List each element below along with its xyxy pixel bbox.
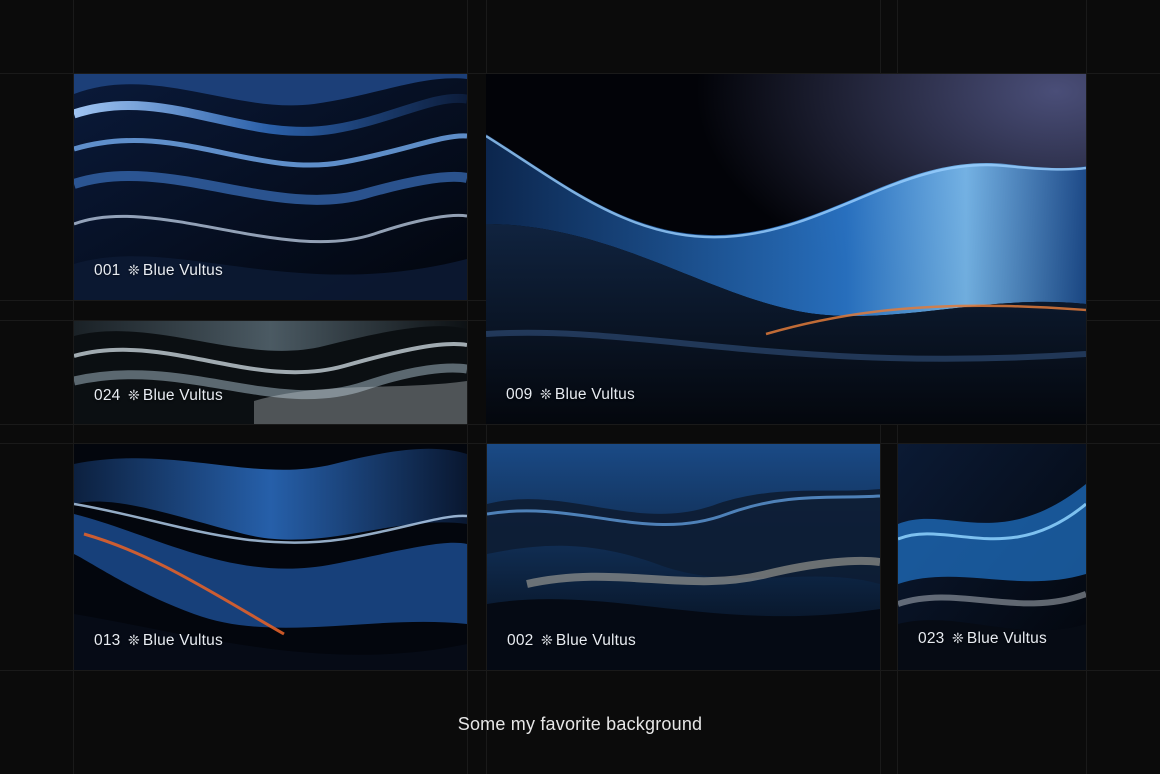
wallpaper-tile-001[interactable]: 001 ❊ Blue Vultus — [74, 74, 467, 300]
grid-line — [467, 0, 468, 774]
wallpaper-tile-013[interactable]: 013 ❊ Blue Vultus — [74, 444, 467, 670]
tile-number: 013 — [94, 632, 121, 649]
tile-label: 023 ❊ Blue Vultus — [918, 630, 1047, 648]
wallpaper-tile-002[interactable]: 002 ❊ Blue Vultus — [487, 444, 880, 670]
tile-number: 024 — [94, 387, 121, 404]
tile-name: Blue Vultus — [142, 387, 223, 404]
tile-name: Blue Vultus — [966, 630, 1047, 647]
tile-name: Blue Vultus — [142, 262, 223, 279]
tile-number: 023 — [918, 630, 945, 647]
grid-line — [0, 424, 1160, 425]
tile-label: 024 ❊ Blue Vultus — [94, 387, 223, 405]
tile-label: 001 ❊ Blue Vultus — [94, 262, 223, 280]
snowflake-icon: ❊ — [127, 387, 140, 403]
grid-line — [0, 670, 1160, 671]
tile-name: Blue Vultus — [142, 632, 223, 649]
snowflake-icon: ❊ — [951, 630, 964, 646]
wallpaper-image — [74, 321, 467, 424]
snowflake-icon: ❊ — [539, 386, 552, 402]
tile-name: Blue Vultus — [554, 386, 635, 403]
wallpaper-tile-024[interactable]: 024 ❊ Blue Vultus — [74, 321, 467, 424]
tile-number: 009 — [506, 386, 533, 403]
tile-label: 013 ❊ Blue Vultus — [94, 632, 223, 650]
tile-number: 002 — [507, 632, 534, 649]
tile-name: Blue Vultus — [555, 632, 636, 649]
tile-label: 002 ❊ Blue Vultus — [507, 632, 636, 650]
gallery-caption: Some my favorite background — [457, 714, 703, 734]
snowflake-icon: ❊ — [540, 632, 553, 648]
wallpaper-image — [486, 74, 1086, 424]
snowflake-icon: ❊ — [127, 632, 140, 648]
grid-line — [1086, 0, 1087, 774]
tile-number: 001 — [94, 262, 121, 279]
snowflake-icon: ❊ — [127, 262, 140, 278]
wallpaper-tile-023[interactable]: 023 ❊ Blue Vultus — [898, 444, 1086, 670]
tile-label: 009 ❊ Blue Vultus — [506, 386, 635, 404]
wallpaper-tile-009[interactable]: 009 ❊ Blue Vultus — [486, 74, 1086, 424]
